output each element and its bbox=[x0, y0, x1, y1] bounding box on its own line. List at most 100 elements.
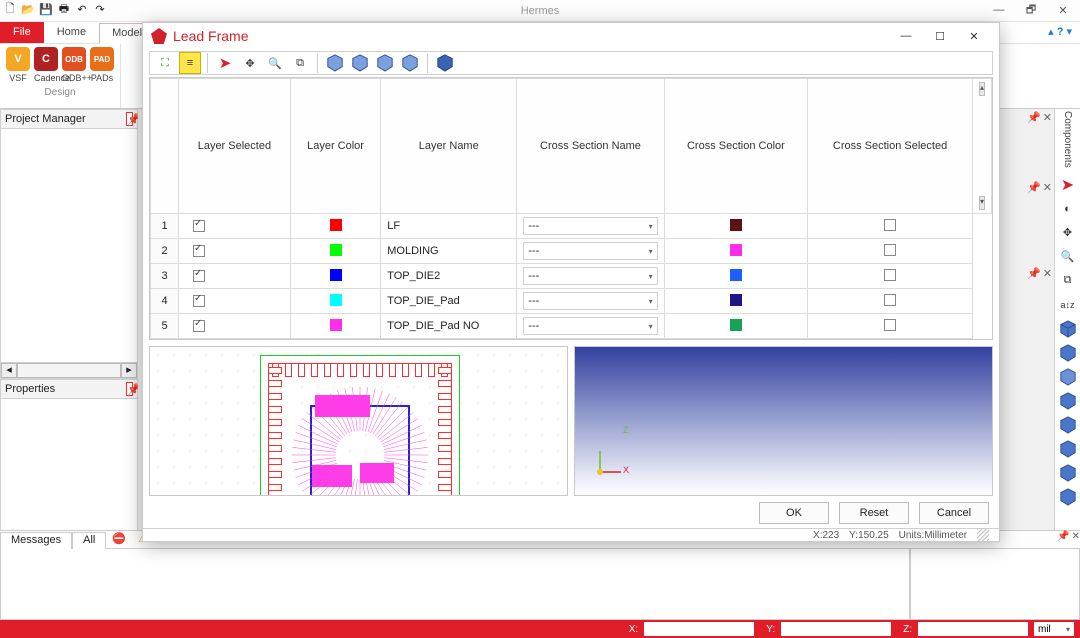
cross-section-color-swatch[interactable] bbox=[730, 319, 742, 331]
iso-solid-icon[interactable] bbox=[434, 52, 456, 74]
close-icon[interactable]: ✕ bbox=[1043, 267, 1052, 280]
ribbon-btn-cadence[interactable]: CCadence bbox=[34, 47, 58, 85]
dialog-close-button[interactable]: ✕ bbox=[957, 23, 991, 49]
app-restore-button[interactable]: 🗗 bbox=[1016, 0, 1046, 20]
tab-file[interactable]: File bbox=[0, 22, 44, 43]
fit-window-icon[interactable]: ⛶ bbox=[154, 52, 176, 74]
view-back-icon[interactable] bbox=[1057, 390, 1079, 412]
cross-section-name-select[interactable]: --- bbox=[523, 292, 657, 310]
app-close-button[interactable]: ✕ bbox=[1048, 0, 1078, 20]
pin-icon[interactable]: 📌 bbox=[1057, 531, 1069, 548]
cross-section-selected-checkbox[interactable] bbox=[884, 294, 896, 306]
view-top-icon[interactable] bbox=[1057, 462, 1079, 484]
components-tab[interactable]: Components bbox=[1062, 111, 1073, 168]
cross-section-name-select[interactable]: --- bbox=[523, 267, 657, 285]
cross-section-color-swatch[interactable] bbox=[730, 219, 742, 231]
view-bottom-icon[interactable] bbox=[1057, 486, 1079, 508]
cross-section-name-select[interactable]: --- bbox=[523, 242, 657, 260]
pointer-icon[interactable]: ➤ bbox=[214, 52, 236, 74]
dialog-minimize-button[interactable]: — bbox=[889, 23, 923, 49]
layer-color-swatch[interactable] bbox=[330, 294, 342, 306]
pan-tool-icon[interactable]: ✥ bbox=[1057, 222, 1079, 244]
layer-color-swatch[interactable] bbox=[330, 244, 342, 256]
cross-section-name-select[interactable]: --- bbox=[523, 217, 657, 235]
pin-icon[interactable]: 📌 bbox=[1027, 181, 1041, 194]
layout-preview-2d[interactable] bbox=[149, 346, 568, 496]
qa-open-icon[interactable]: 📂 bbox=[20, 0, 36, 18]
view-right-icon[interactable] bbox=[1057, 438, 1079, 460]
help-button[interactable]: ▴ ? ▾ bbox=[1040, 22, 1080, 43]
cross-section-selected-checkbox[interactable] bbox=[884, 319, 896, 331]
view-front-icon[interactable] bbox=[1057, 366, 1079, 388]
table-row[interactable]: 5TOP_DIE_Pad NO--- bbox=[151, 314, 992, 339]
col-cs-name[interactable]: Cross Section Name bbox=[517, 79, 664, 214]
cross-section-name-select[interactable]: --- bbox=[523, 317, 657, 335]
close-icon[interactable]: ✕ bbox=[1043, 111, 1052, 124]
col-cs-color[interactable]: Cross Section Color bbox=[664, 79, 807, 214]
ribbon-btn-odb[interactable]: ODBODB++ bbox=[62, 47, 86, 85]
layout-preview-3d[interactable]: Z X bbox=[574, 346, 993, 496]
measure-icon[interactable]: ≡ bbox=[179, 52, 201, 74]
layer-selected-checkbox[interactable] bbox=[193, 270, 205, 282]
status-y-field[interactable] bbox=[781, 622, 891, 636]
layer-color-swatch[interactable] bbox=[330, 219, 342, 231]
col-layer-color[interactable]: Layer Color bbox=[290, 79, 380, 214]
layer-selected-checkbox[interactable] bbox=[193, 320, 205, 332]
tab-home[interactable]: Home bbox=[44, 22, 99, 43]
view-iso2-icon[interactable] bbox=[1057, 342, 1079, 364]
ruler-tool-icon[interactable]: a↕z bbox=[1057, 294, 1079, 316]
status-unit-select[interactable]: mil bbox=[1034, 622, 1074, 636]
scroll-left-icon[interactable]: ◂ bbox=[1, 363, 17, 378]
reset-button[interactable]: Reset bbox=[839, 502, 909, 524]
ok-button[interactable]: OK bbox=[759, 502, 829, 524]
ribbon-btn-vsf[interactable]: VVSF bbox=[6, 47, 30, 85]
select-tool-icon[interactable]: ➤ bbox=[1057, 174, 1079, 196]
status-x-field[interactable] bbox=[644, 622, 754, 636]
resize-grip-icon[interactable] bbox=[977, 529, 989, 541]
col-layer-name[interactable]: Layer Name bbox=[381, 79, 517, 214]
qa-print-icon[interactable]: 🖶 bbox=[56, 0, 72, 18]
view-iso1-icon[interactable] bbox=[1057, 318, 1079, 340]
close-icon[interactable]: ✕ bbox=[1043, 181, 1052, 194]
cross-section-selected-checkbox[interactable] bbox=[884, 219, 896, 231]
col-cs-selected[interactable]: Cross Section Selected bbox=[808, 79, 973, 214]
close-icon[interactable]: ✕ bbox=[1072, 531, 1080, 548]
grid-scrollbar[interactable]: ▴▾ bbox=[972, 79, 991, 214]
cross-section-color-swatch[interactable] bbox=[730, 294, 742, 306]
error-filter-icon[interactable]: ⛔ bbox=[106, 531, 132, 548]
zoom-area-icon[interactable]: ⧉ bbox=[289, 52, 311, 74]
layer-selected-checkbox[interactable] bbox=[193, 220, 205, 232]
pan-icon[interactable]: ✥ bbox=[239, 52, 261, 74]
table-row[interactable]: 1LF--- bbox=[151, 214, 992, 239]
qa-save-icon[interactable]: 💾 bbox=[38, 0, 54, 18]
iso-d-icon[interactable] bbox=[399, 52, 421, 74]
orbit-tool-icon[interactable]: ◐ bbox=[1057, 198, 1079, 220]
app-minimize-button[interactable]: — bbox=[984, 0, 1014, 20]
zoom-tool-icon[interactable]: 🔍 bbox=[1057, 246, 1079, 268]
layer-selected-checkbox[interactable] bbox=[193, 295, 205, 307]
layer-selected-checkbox[interactable] bbox=[193, 245, 205, 257]
pin-icon[interactable]: 📌 bbox=[1027, 267, 1041, 280]
qa-undo-icon[interactable]: ↶ bbox=[74, 0, 90, 18]
table-row[interactable]: 3TOP_DIE2--- bbox=[151, 264, 992, 289]
cross-section-selected-checkbox[interactable] bbox=[884, 244, 896, 256]
qa-new-icon[interactable]: 🗋 bbox=[2, 0, 18, 18]
dialog-maximize-button[interactable]: ☐ bbox=[923, 23, 957, 49]
iso-a-icon[interactable] bbox=[324, 52, 346, 74]
col-layer-selected[interactable]: Layer Selected bbox=[179, 79, 291, 214]
iso-b-icon[interactable] bbox=[349, 52, 371, 74]
messages-tab-all[interactable]: All bbox=[72, 532, 106, 549]
cross-section-selected-checkbox[interactable] bbox=[884, 269, 896, 281]
layer-color-swatch[interactable] bbox=[330, 269, 342, 281]
cross-section-color-swatch[interactable] bbox=[730, 244, 742, 256]
ribbon-btn-pads[interactable]: PADPADs bbox=[90, 47, 114, 85]
layer-color-swatch[interactable] bbox=[330, 319, 342, 331]
status-z-field[interactable] bbox=[918, 622, 1028, 636]
scroll-right-icon[interactable]: ▸ bbox=[121, 363, 137, 378]
iso-c-icon[interactable] bbox=[374, 52, 396, 74]
qa-redo-icon[interactable]: ↷ bbox=[92, 0, 108, 18]
zoom-area-tool-icon[interactable]: ⧉ bbox=[1057, 270, 1079, 292]
messages-tab[interactable]: Messages bbox=[0, 532, 72, 549]
cross-section-color-swatch[interactable] bbox=[730, 269, 742, 281]
zoom-icon[interactable]: 🔍 bbox=[264, 52, 286, 74]
